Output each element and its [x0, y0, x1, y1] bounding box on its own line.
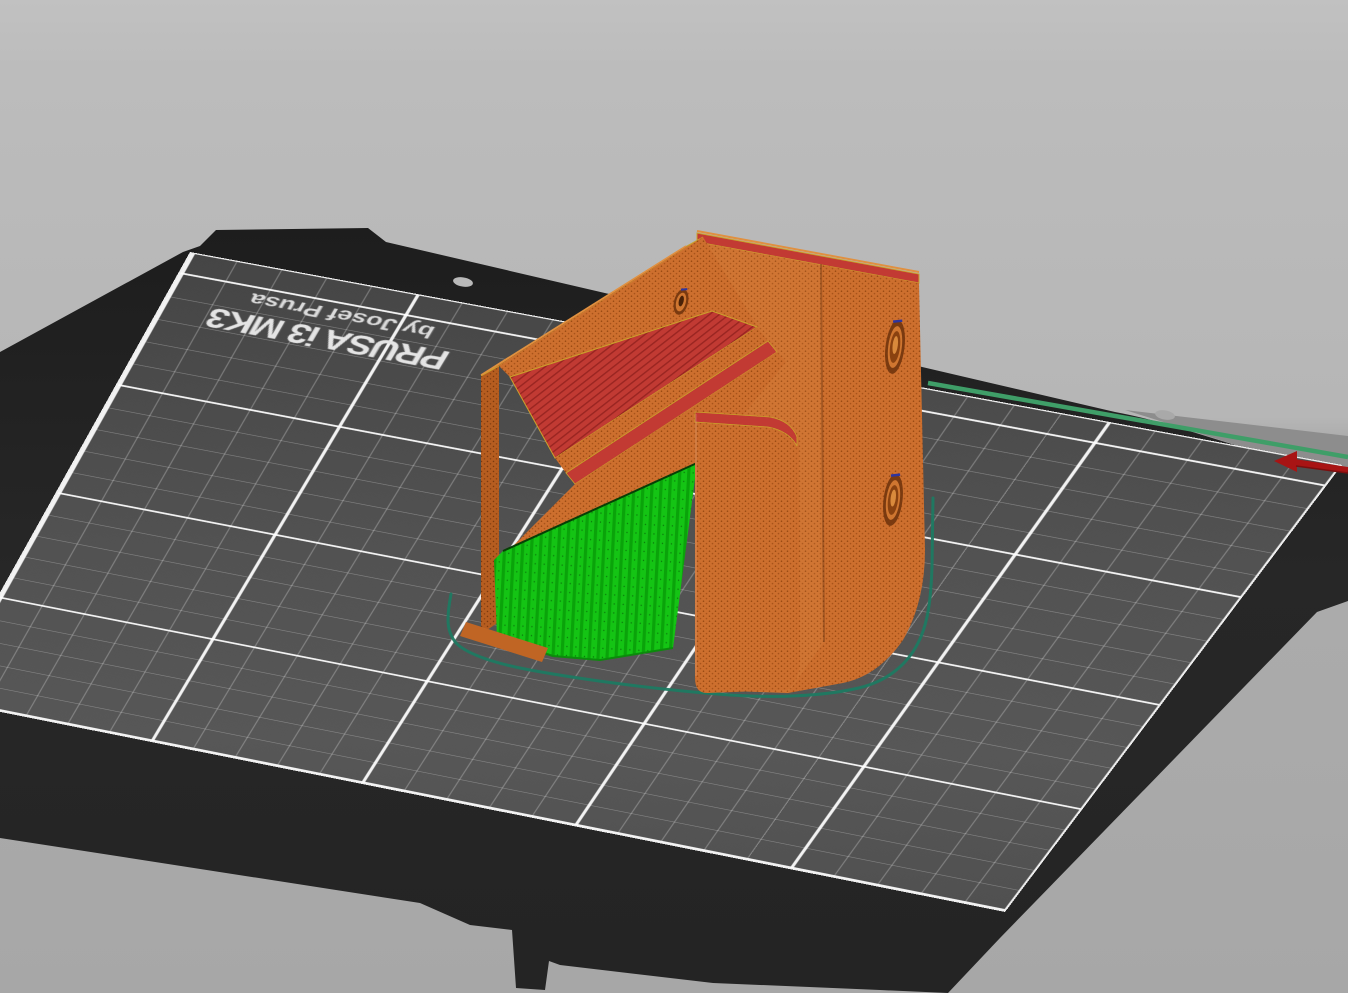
- model-front-leg[interactable]: [695, 412, 800, 693]
- printed-model[interactable]: [460, 231, 925, 693]
- axis-y-line: [928, 383, 1348, 457]
- gcode-preview-viewport[interactable]: PRUSA i3 MK3 by Josef Prusa: [0, 0, 1348, 993]
